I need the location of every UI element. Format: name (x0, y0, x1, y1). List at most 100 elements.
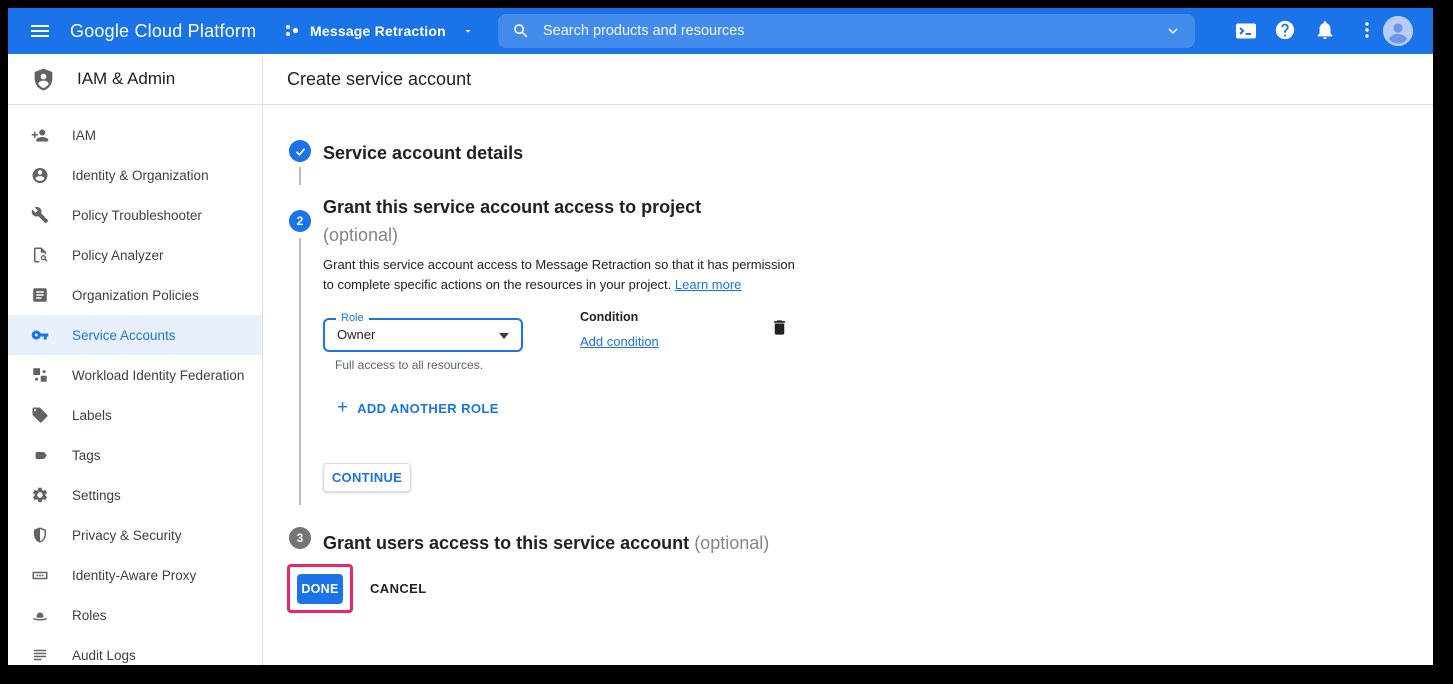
sidebar-item-label: Workload Identity Federation (72, 368, 244, 383)
proxy-icon (31, 566, 49, 585)
page-header: Create service account (263, 54, 1433, 105)
role-dropdown[interactable]: Role Owner (323, 318, 523, 352)
sidebar-item-label: Organization Policies (72, 288, 199, 303)
sidebar-item-label: Service Accounts (72, 328, 176, 343)
hamburger-menu-button[interactable] (28, 19, 52, 43)
sidebar-item-label: Privacy & Security (72, 528, 182, 543)
done-button[interactable]: DONE (297, 574, 343, 604)
sidebar-item-label: IAM (72, 128, 96, 143)
step2-title-text: Grant this service account access to pro… (323, 197, 701, 217)
sidebar-header: IAM & Admin (8, 54, 262, 105)
tag-arrow-icon (32, 447, 49, 464)
document-search-icon (31, 246, 49, 264)
browser-viewport: Google Cloud Platform Message Retraction (8, 8, 1433, 665)
page-title: Create service account (287, 69, 471, 90)
sidebar-item-settings[interactable]: Settings (8, 475, 262, 515)
sidebar-item-service-accounts[interactable]: Service Accounts (8, 315, 262, 355)
topbar: Google Cloud Platform Message Retraction (8, 8, 1433, 54)
gear-icon (31, 486, 49, 504)
project-name: Message Retraction (310, 23, 446, 39)
shield-icon (31, 526, 49, 544)
plus-icon: + (337, 399, 348, 417)
sidebar-item-label: Identity-Aware Proxy (72, 568, 196, 583)
step3-number-circle: 3 (289, 527, 311, 549)
sidebar-item-label: Identity & Organization (72, 168, 209, 183)
step2-title: Grant this service account access to pro… (323, 193, 783, 249)
project-selector[interactable]: Message Retraction (284, 8, 474, 54)
key-icon (31, 325, 49, 345)
sidebar-item-workload-identity-federation[interactable]: Workload Identity Federation (8, 355, 262, 395)
sidebar-item-label: Policy Troubleshooter (72, 208, 202, 223)
role-helper-text: Full access to all resources. (335, 358, 483, 372)
sidebar-item-organization-policies[interactable]: Organization Policies (8, 275, 262, 315)
step2-number: 2 (297, 214, 304, 228)
list-lines-icon (31, 646, 49, 664)
hat-icon (31, 606, 49, 625)
step-connector (299, 167, 301, 185)
gcp-brand-text[interactable]: Google Cloud Platform (70, 8, 256, 54)
sidebar-item-labels[interactable]: Labels (8, 395, 262, 435)
hamburger-icon (28, 19, 52, 43)
sidebar-item-roles[interactable]: Roles (8, 595, 262, 635)
step3-number: 3 (297, 531, 304, 545)
main-content: Create service account Service account d… (263, 54, 1433, 665)
more-options-button[interactable] (1356, 19, 1380, 43)
step3-title-text: Grant users access to this service accou… (323, 533, 689, 553)
step3-optional-label: (optional) (694, 533, 769, 553)
step2-optional-label: (optional) (323, 225, 398, 245)
sidebar-item-audit-logs[interactable]: Audit Logs (8, 635, 262, 665)
sidebar-item-label: Policy Analyzer (72, 248, 164, 263)
tag-icon (31, 406, 49, 424)
sidebar-item-tags[interactable]: Tags (8, 435, 262, 475)
trash-icon (770, 318, 789, 337)
notifications-button[interactable] (1314, 19, 1338, 43)
add-another-role-label: ADD ANOTHER ROLE (357, 401, 499, 416)
add-another-role-button[interactable]: + ADD ANOTHER ROLE (337, 399, 499, 417)
step2-description: Grant this service account access to Mes… (323, 255, 805, 295)
done-button-annotation-highlight: DONE (287, 564, 353, 613)
search-icon (512, 22, 530, 40)
learn-more-link[interactable]: Learn more (675, 277, 741, 292)
document-lines-icon (31, 286, 49, 304)
help-icon (1274, 19, 1296, 41)
create-service-account-form: Service account details 2 Grant this ser… (263, 105, 1433, 665)
step-connector (299, 238, 301, 505)
search-bar (498, 14, 1195, 48)
sidebar-item-label: Settings (72, 488, 121, 503)
sidebar-item-iam[interactable]: IAM (8, 115, 262, 155)
person-add-icon (31, 126, 49, 145)
step1-check-circle (289, 140, 311, 162)
step2-number-circle: 2 (289, 210, 311, 232)
sidebar-item-label: Audit Logs (72, 648, 136, 663)
project-dots-icon (284, 22, 302, 40)
more-options-icon (1356, 19, 1378, 41)
step3-title: Grant users access to this service accou… (323, 529, 943, 557)
chevron-down-icon[interactable] (1165, 23, 1181, 39)
cloud-shell-button[interactable] (1234, 19, 1258, 43)
sidebar-item-identity-aware-proxy[interactable]: Identity-Aware Proxy (8, 555, 262, 595)
cancel-button[interactable]: CANCEL (370, 578, 427, 600)
caret-down-icon (462, 25, 474, 37)
sidebar-item-policy-analyzer[interactable]: Policy Analyzer (8, 235, 262, 275)
delete-role-button[interactable] (770, 318, 789, 342)
notifications-icon (1314, 19, 1336, 41)
condition-label: Condition (580, 310, 638, 324)
sidebar-item-label: Labels (72, 408, 112, 423)
shield-person-icon (31, 67, 56, 92)
continue-button[interactable]: CONTINUE (323, 463, 411, 492)
add-condition-link[interactable]: Add condition (580, 334, 659, 349)
dropdown-caret-icon (499, 333, 509, 339)
sidebar-item-policy-troubleshooter[interactable]: Policy Troubleshooter (8, 195, 262, 235)
step1-title: Service account details (323, 139, 523, 167)
sidebar-item-label: Roles (72, 608, 107, 623)
sidebar-item-privacy-security[interactable]: Privacy & Security (8, 515, 262, 555)
search-input[interactable] (543, 23, 1165, 39)
avatar-person-icon (1383, 16, 1413, 46)
avatar[interactable] (1383, 16, 1413, 46)
sidebar-item-label: Tags (72, 448, 101, 463)
help-button[interactable] (1274, 19, 1298, 43)
account-circle-icon (31, 166, 49, 185)
role-selected-value: Owner (337, 320, 375, 350)
cloud-shell-icon (1234, 19, 1258, 43)
sidebar-item-identity-organization[interactable]: Identity & Organization (8, 155, 262, 195)
